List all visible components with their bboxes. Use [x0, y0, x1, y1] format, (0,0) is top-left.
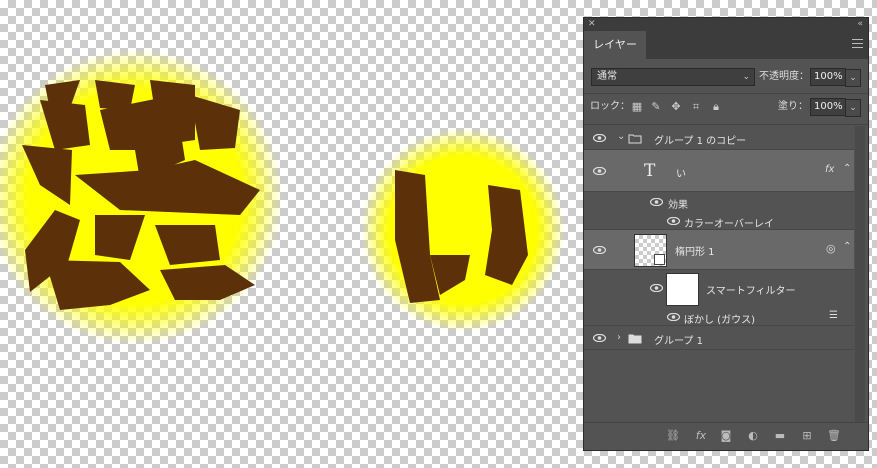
- fx-icon[interactable]: fx: [825, 164, 834, 175]
- eye-icon[interactable]: [667, 217, 680, 225]
- tab-layers[interactable]: レイヤー: [584, 31, 646, 59]
- fill-field[interactable]: 100% ⌄: [810, 98, 861, 117]
- lock-artboard-icon[interactable]: ⌗: [690, 101, 702, 113]
- text-layer-icon: T: [644, 161, 656, 181]
- layers-scrollbar[interactable]: [855, 126, 865, 422]
- eye-icon[interactable]: [593, 334, 606, 342]
- eye-icon[interactable]: [593, 134, 606, 142]
- smart-object-icon: [654, 254, 665, 265]
- blend-mode-value: 通常: [597, 71, 617, 82]
- layer-row-group-copy[interactable]: ⌄ グループ 1 のコピー: [584, 126, 854, 150]
- layer-thumbnail: [634, 234, 667, 267]
- smart-filter-row[interactable]: スマートフィルター: [584, 270, 854, 306]
- panel-titlebar[interactable]: ✕ «: [584, 18, 868, 31]
- lock-label: ロック：: [590, 101, 630, 112]
- artwork: [0, 49, 565, 345]
- eye-icon[interactable]: [667, 313, 680, 321]
- close-icon[interactable]: ✕: [588, 18, 596, 31]
- chevron-down-icon: ⌄: [742, 72, 750, 82]
- blend-mode-select[interactable]: 通常 ⌄: [591, 68, 755, 86]
- new-layer-icon[interactable]: ⊞: [800, 429, 814, 443]
- color-overlay-row[interactable]: カラーオーバーレイ: [584, 210, 854, 230]
- layer-row-group[interactable]: › グループ 1: [584, 326, 854, 350]
- layer-name: い: [676, 169, 686, 180]
- layer-name: グループ 1 のコピー: [654, 136, 747, 147]
- panel-menu-icon[interactable]: [852, 39, 863, 49]
- divider: [584, 124, 868, 125]
- filter-mask-thumbnail[interactable]: [666, 273, 699, 306]
- layers-list[interactable]: ⌄ グループ 1 のコピー T い fx ⌃ 効果 カラーオーバーレイ 楕円形 …: [584, 126, 854, 422]
- eye-icon[interactable]: [650, 198, 663, 206]
- effects-row[interactable]: 効果: [584, 192, 854, 211]
- adjustment-layer-icon[interactable]: ◐: [746, 429, 760, 443]
- fill-label: 塗り：: [778, 101, 808, 112]
- lock-row: ロック： ▦ ✎ ✥ ⌗ 🔒︎ 塗り： 100% ⌄: [584, 98, 868, 118]
- folder-icon: [628, 134, 642, 144]
- lock-transparent-icon[interactable]: ▦: [631, 101, 643, 113]
- fx-menu-icon[interactable]: fx: [694, 429, 708, 443]
- chevron-up-icon[interactable]: ⌃: [843, 163, 851, 174]
- layer-row-text[interactable]: T い fx ⌃: [584, 150, 854, 192]
- folder-icon: [628, 334, 642, 344]
- panel-bottom-bar: ⛓︎ fx ◙ ◐ ▬ ⊞ 🗑︎: [584, 422, 868, 450]
- layer-name: 楕円形 1: [675, 247, 715, 258]
- opacity-field[interactable]: 100% ⌄: [810, 68, 861, 87]
- effect-name: カラーオーバーレイ: [684, 219, 774, 230]
- chevron-down-icon[interactable]: ⌄: [845, 69, 861, 87]
- opacity-label: 不透明度：: [759, 71, 809, 82]
- collapse-icon[interactable]: «: [857, 18, 863, 31]
- chevron-down-icon[interactable]: ⌄: [617, 131, 625, 142]
- smart-filter-icon[interactable]: ◎: [826, 242, 836, 255]
- chevron-up-icon[interactable]: ⌃: [843, 241, 851, 252]
- chevron-right-icon[interactable]: ›: [617, 332, 621, 343]
- add-mask-icon[interactable]: ◙: [719, 429, 733, 443]
- new-group-icon[interactable]: ▬: [773, 429, 787, 443]
- chevron-down-icon[interactable]: ⌄: [845, 99, 861, 117]
- eye-icon[interactable]: [593, 167, 606, 175]
- link-icon[interactable]: ⛓︎: [666, 429, 680, 443]
- layer-name: グループ 1: [654, 336, 703, 347]
- smart-filter-name: スマートフィルター: [706, 286, 796, 297]
- blend-row: 通常 ⌄ 不透明度： 100% ⌄: [584, 68, 868, 88]
- trash-icon[interactable]: 🗑︎: [827, 429, 841, 443]
- lock-all-icon[interactable]: 🔒︎: [710, 101, 722, 113]
- layer-row-ellipse[interactable]: 楕円形 1 ◎ ⌃: [584, 230, 854, 270]
- effects-label: 効果: [668, 200, 688, 211]
- layers-panel[interactable]: ✕ « レイヤー 通常 ⌄ 不透明度： 100% ⌄ ロック： ▦ ✎ ✥ ⌗ …: [583, 17, 869, 451]
- lock-position-icon[interactable]: ✥: [670, 101, 682, 113]
- filter-name: ぼかし (ガウス): [684, 315, 755, 326]
- right-glow: [361, 128, 565, 332]
- opacity-value: 100%: [814, 71, 843, 82]
- eye-icon[interactable]: [593, 246, 606, 254]
- lock-image-icon[interactable]: ✎: [650, 101, 662, 113]
- eye-icon[interactable]: [650, 284, 663, 292]
- panel-tabbar: レイヤー: [584, 31, 868, 59]
- fill-value: 100%: [814, 101, 843, 112]
- filter-options-icon[interactable]: ☰: [829, 310, 838, 321]
- divider: [584, 93, 868, 94]
- gaussian-blur-row[interactable]: ぼかし (ガウス) ☰: [584, 306, 854, 326]
